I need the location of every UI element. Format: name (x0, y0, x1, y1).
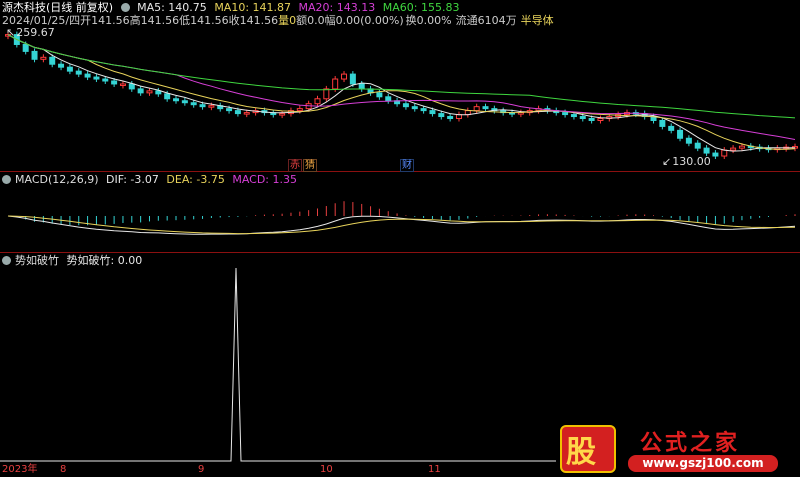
candle-body (31, 50, 38, 60)
candle-body (84, 73, 91, 78)
ma60-line (7, 34, 796, 119)
ma5-line (7, 34, 796, 152)
candle-body (482, 106, 489, 110)
candle-body (58, 63, 65, 68)
candle-body (588, 118, 595, 121)
macd-settings-icon[interactable] (2, 175, 11, 184)
candle-body (22, 43, 29, 52)
indicator-settings-icon[interactable] (2, 256, 11, 265)
watermark-logo: 股 公式之家 www.gszj100.com (556, 423, 782, 475)
candle-body (208, 105, 215, 108)
candle-body (738, 145, 745, 149)
candle-body (730, 147, 737, 151)
candle-body (562, 112, 569, 116)
candle-body (102, 78, 109, 82)
candle-body (111, 80, 118, 85)
chart-canvas (0, 31, 798, 462)
candle-body (677, 129, 684, 139)
candle-body (66, 66, 73, 72)
candle-body (570, 114, 577, 118)
candle-body (181, 100, 188, 104)
candle-body (438, 113, 445, 118)
candle-body (279, 113, 286, 116)
event-tag-text-3: 财 (400, 159, 414, 172)
candle-body (190, 102, 197, 106)
candle-body (226, 108, 233, 112)
candle-body (464, 110, 471, 116)
macd-title: MACD(12,26,9) (15, 173, 99, 186)
indicator-title: 势如破竹 (15, 254, 59, 267)
candle-body (128, 83, 135, 90)
event-tag-1[interactable]: 赤猜 (288, 159, 321, 172)
candle-body (332, 78, 339, 90)
ma20-line (7, 34, 796, 140)
xaxis-month-9: 9 (198, 464, 205, 475)
xaxis-month-10: 10 (320, 464, 333, 475)
macd-panel-divider (0, 252, 800, 253)
event-tag-2[interactable]: 财 (400, 159, 418, 172)
candle-body (75, 70, 82, 75)
candle-body (49, 56, 56, 65)
macd-header: MACD(12,26,9) DIF: -3.07 DEA: -3.75 MACD… (2, 173, 301, 186)
candle-body (694, 142, 701, 149)
candle-body (234, 110, 241, 115)
candle-body (402, 103, 409, 108)
low-value: 130.00 (672, 155, 711, 168)
event-tag-text-1: 赤 (288, 159, 302, 172)
indicator-line (0, 267, 556, 462)
candle-body (349, 73, 356, 85)
candle-body (420, 108, 427, 112)
candle-body (721, 149, 728, 157)
low-arrow-icon: ↙ (662, 155, 672, 168)
macd-dea: DEA: -3.75 (166, 173, 225, 186)
candle-body (93, 76, 100, 80)
candle-body (659, 119, 666, 127)
main-high-label: ↖259.67 (6, 26, 59, 39)
event-tag-text-2: 猜 (303, 159, 317, 172)
candle-body (447, 116, 454, 120)
indicator-value: 势如破竹: 0.00 (66, 254, 143, 267)
macd-dif: DIF: -3.07 (106, 173, 159, 186)
candle-body (685, 137, 692, 144)
candle-body (146, 90, 153, 94)
xaxis-year: 2023年 (2, 464, 38, 475)
candle-body (155, 90, 162, 95)
candle-body (164, 93, 171, 100)
candle-body (597, 118, 604, 121)
indicator-header: 势如破竹 势如破竹: 0.00 (2, 254, 146, 267)
high-arrow-icon: ↖ (6, 26, 16, 39)
candle-body (579, 116, 586, 120)
candle-body (385, 96, 392, 102)
macd-value: MACD: 1.35 (232, 173, 297, 186)
candle-body (243, 112, 250, 115)
candle-body (173, 98, 180, 102)
candle-body (411, 106, 418, 110)
candle-body (473, 106, 480, 112)
candle-body (668, 125, 675, 131)
watermark-stock-char: 股 (566, 435, 596, 470)
candle-body (119, 83, 126, 86)
candle-body (296, 108, 303, 112)
watermark-text: 公式之家 (640, 430, 741, 456)
candle-body (40, 56, 47, 60)
candle-body (199, 104, 206, 108)
candle-body (323, 88, 330, 100)
main-low-label: ↙130.00 (662, 155, 715, 168)
high-value: 259.67 (16, 26, 55, 39)
candle-body (429, 110, 436, 115)
xaxis-month-8: 8 (60, 464, 67, 475)
candle-body (341, 73, 348, 80)
candle-body (314, 98, 321, 105)
candle-body (376, 92, 383, 98)
candle-body (137, 88, 144, 94)
ma10-line (7, 34, 796, 150)
candle-body (703, 147, 710, 154)
watermark-url: www.gszj100.com (628, 455, 778, 472)
candle-body (358, 83, 365, 90)
xaxis-month-11: 11 (428, 464, 441, 475)
